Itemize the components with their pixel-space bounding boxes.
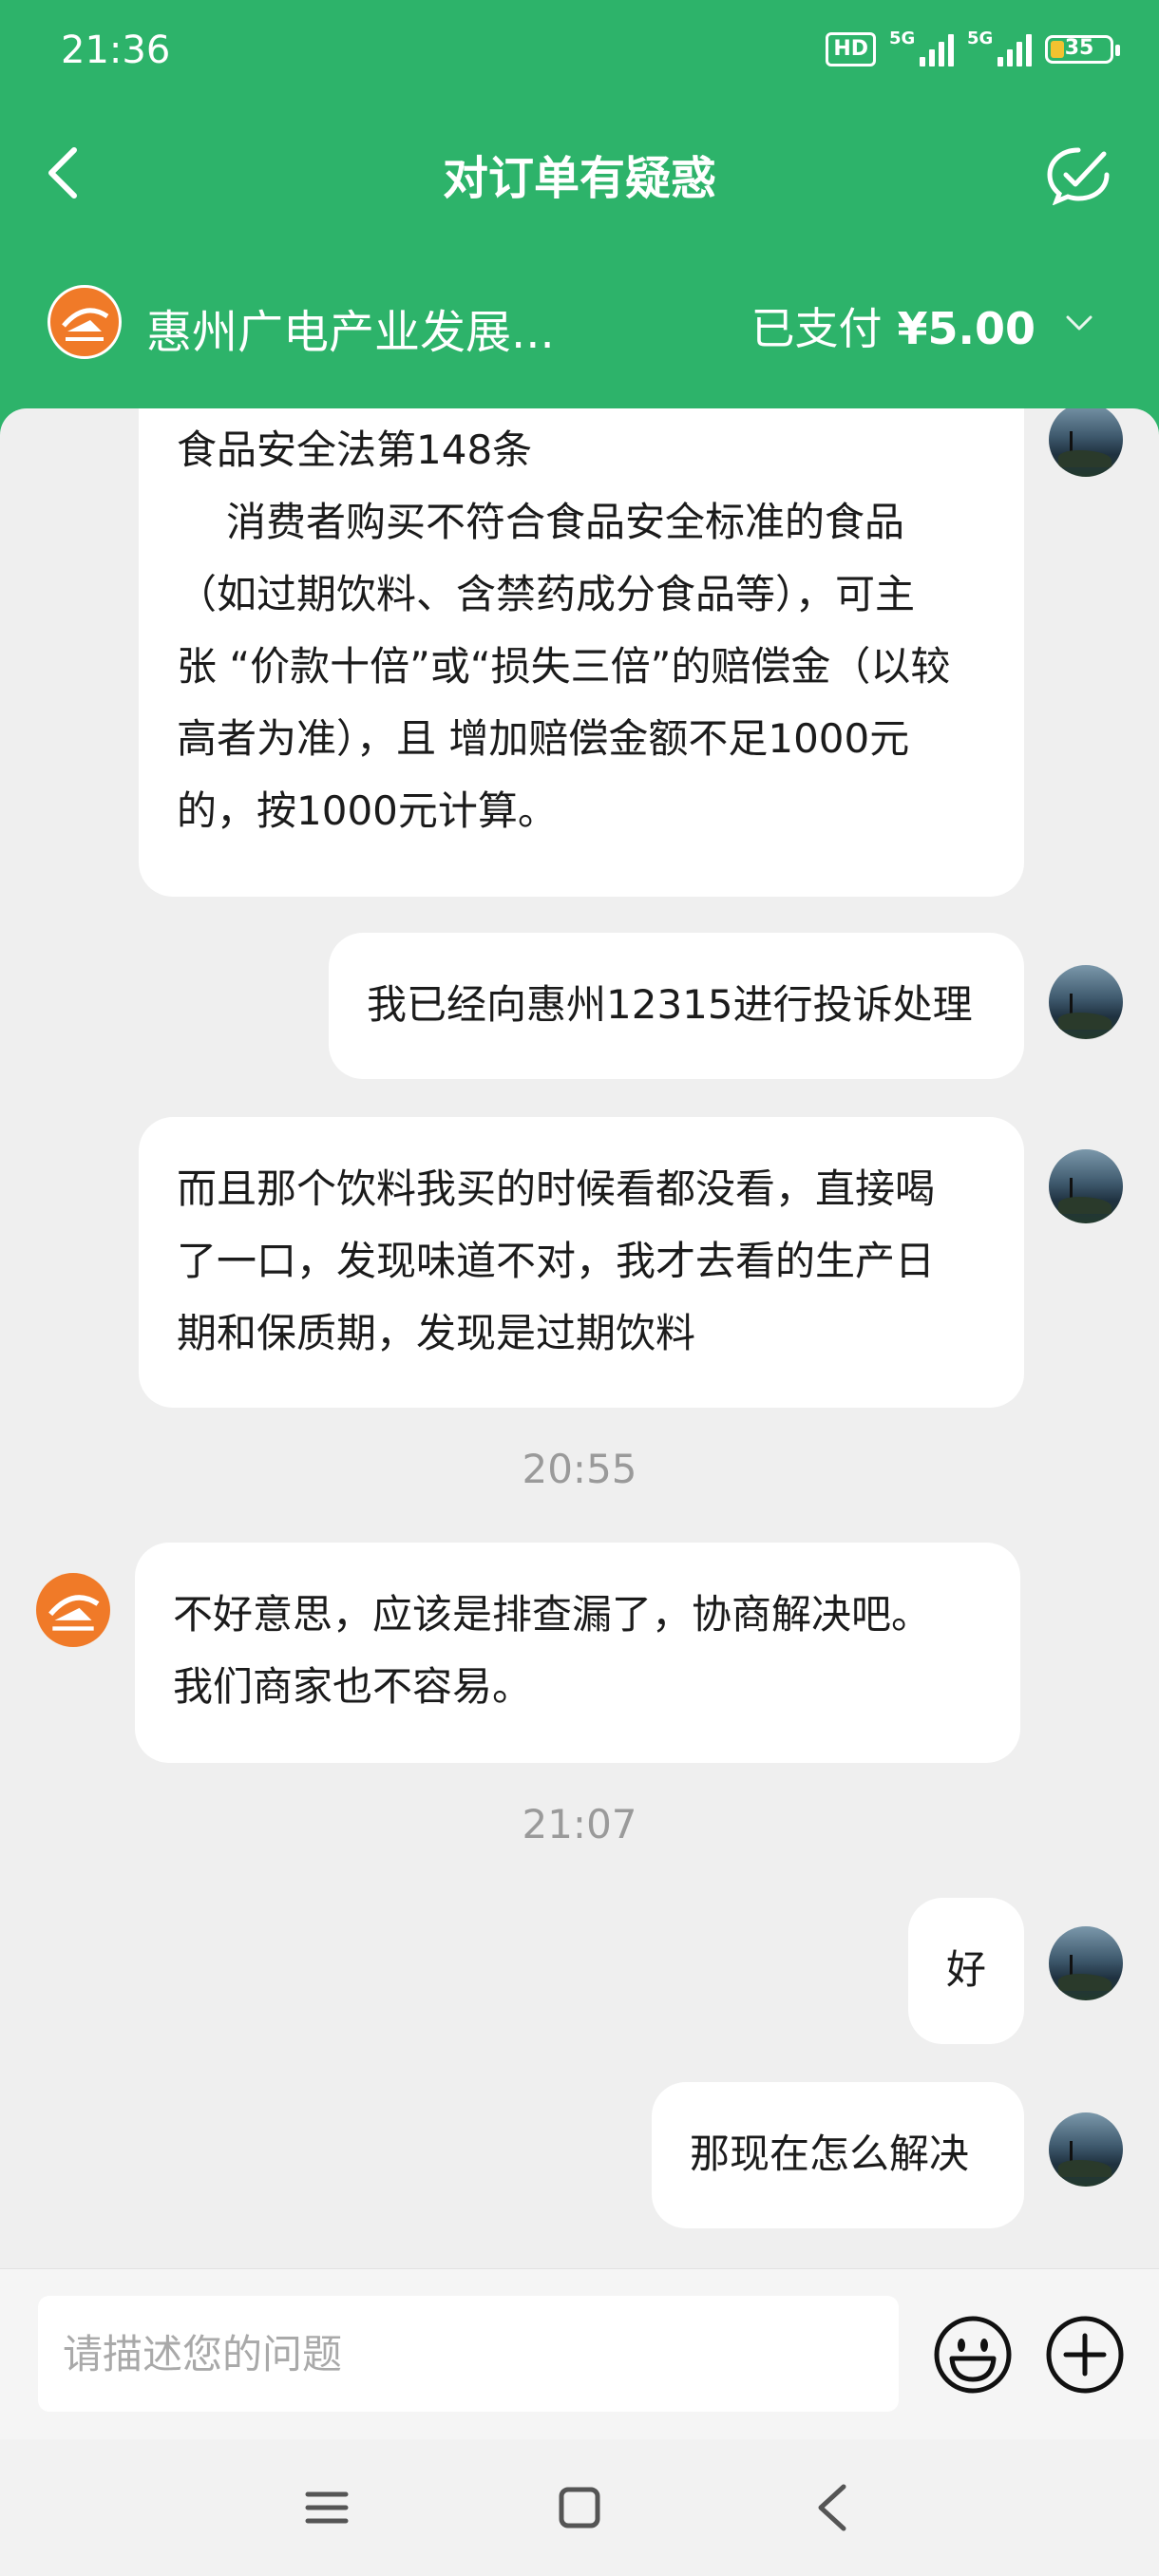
order-info-row[interactable]: 惠州广电产业发展... 已支付 ¥5.00 bbox=[0, 281, 1159, 361]
message-bubble-user[interactable]: 而且那个饮料我买的时候看都没看，直接喝 了一口，发现味道不对，我才去看的生产日 … bbox=[139, 1117, 1024, 1408]
message-text: 的，按1000元计算。 bbox=[177, 787, 558, 834]
message-text: （如过期饮料、含禁药成分食品等），可主 bbox=[177, 571, 916, 617]
message-text: 而且那个饮料我买的时候看都没看，直接喝 bbox=[177, 1165, 936, 1212]
header: 21:36 HD 5G 5G 35 对订单有疑惑 惠州广电产业发展... 已支付… bbox=[0, 0, 1159, 437]
chat-check-icon[interactable] bbox=[1045, 144, 1112, 205]
plus-icon[interactable] bbox=[1043, 2313, 1127, 2396]
message-input[interactable] bbox=[38, 2296, 904, 2412]
paid-amount: ¥5.00 bbox=[897, 303, 1036, 354]
message-bubble-user[interactable]: 好 bbox=[908, 1898, 1024, 2044]
system-nav-bar bbox=[0, 2439, 1159, 2576]
message-text: 我已经向惠州12315进行投诉处理 bbox=[367, 981, 973, 1028]
message-text: 不好意思，应该是排查漏了，协商解决吧。 bbox=[173, 1591, 932, 1638]
shop-name: 惠州广电产业发展... bbox=[146, 306, 555, 359]
message-bubble-user[interactable]: 那现在怎么解决 bbox=[652, 2082, 1024, 2228]
message-text: 期和保质期，发现是过期饮料 bbox=[177, 1310, 696, 1356]
status-time: 21:36 bbox=[61, 28, 171, 72]
message-text: 了一口，发现味道不对，我才去看的生产日 bbox=[177, 1238, 936, 1284]
signal-icon: 5G bbox=[889, 28, 954, 66]
payment-status: 已支付 ¥5.00 bbox=[750, 294, 1036, 357]
menu-icon[interactable] bbox=[304, 2485, 350, 2530]
shop-avatar[interactable] bbox=[36, 1573, 110, 1647]
message-text: 我们商家也不容易。 bbox=[173, 1663, 533, 1710]
user-avatar[interactable] bbox=[1049, 408, 1123, 477]
user-avatar[interactable] bbox=[1049, 2112, 1123, 2187]
user-avatar[interactable] bbox=[1049, 1149, 1123, 1223]
user-avatar[interactable] bbox=[1049, 1926, 1123, 2000]
input-bar bbox=[0, 2268, 1159, 2440]
user-avatar[interactable] bbox=[1049, 965, 1123, 1039]
shop-logo bbox=[48, 285, 122, 359]
signal-icon-2: 5G bbox=[967, 28, 1032, 66]
message-text: 消费者购买不符合食品安全标准的食品 bbox=[226, 499, 905, 545]
hd-icon: HD bbox=[826, 32, 876, 66]
message-bubble-user[interactable]: 我已经向惠州12315进行投诉处理 bbox=[329, 933, 1024, 1079]
timestamp: 21:07 bbox=[522, 1801, 637, 1847]
message-text: 好 bbox=[945, 1946, 986, 1993]
message-bubble-user[interactable]: 食品安全法第148条 消费者购买不符合食品安全标准的食品 （如过期饮料、含禁药成… bbox=[139, 408, 1024, 897]
timestamp: 20:55 bbox=[522, 1446, 637, 1492]
status-icons: HD 5G 5G 35 bbox=[826, 28, 1120, 66]
chat-area[interactable]: 食品安全法第148条 消费者购买不符合食品安全标准的食品 （如过期饮料、含禁药成… bbox=[0, 408, 1159, 2268]
message-text: 高者为准），且 增加赔偿金额不足1000元 bbox=[177, 715, 910, 762]
message-input-box[interactable] bbox=[38, 2296, 904, 2412]
battery-icon: 35 bbox=[1045, 35, 1120, 64]
chevron-down-icon[interactable] bbox=[1062, 306, 1096, 340]
message-bubble-shop[interactable]: 不好意思，应该是排查漏了，协商解决吧。 我们商家也不容易。 bbox=[135, 1543, 1020, 1763]
message-text: 食品安全法第148条 bbox=[177, 426, 533, 473]
back-icon[interactable] bbox=[813, 2483, 851, 2532]
paid-label: 已支付 bbox=[750, 303, 883, 354]
page-title: 对订单有疑惑 bbox=[442, 152, 716, 205]
message-text: 张 “价款十倍”或“损失三倍”的赔偿金（以较 bbox=[177, 643, 951, 690]
message-text: 那现在怎么解决 bbox=[690, 2131, 970, 2177]
home-icon[interactable] bbox=[557, 2485, 602, 2530]
emoji-icon[interactable] bbox=[931, 2313, 1015, 2396]
